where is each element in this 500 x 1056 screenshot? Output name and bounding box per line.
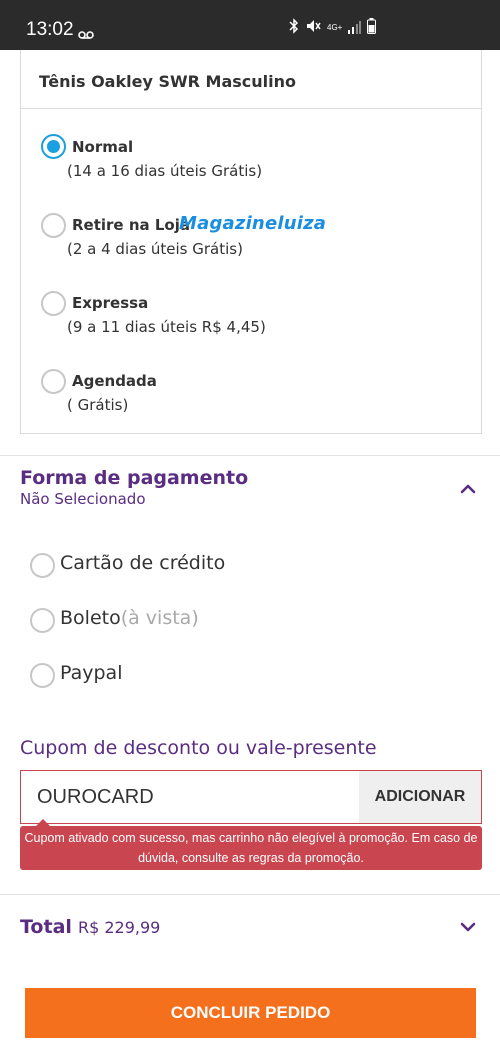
radio-agendada[interactable]: [41, 369, 66, 394]
chevron-up-icon[interactable]: [460, 480, 476, 499]
option-detail: (14 a 16 dias úteis Grátis): [67, 162, 263, 180]
shipping-card: Tênis Oakley SWR Masculino Normal (14 a …: [20, 50, 482, 434]
payment-method-name: Boleto: [60, 607, 121, 629]
option-detail: ( Grátis): [67, 396, 129, 414]
option-title: Expressa: [72, 294, 149, 312]
coupon-message: Cupom ativado com sucesso, mas carrinho …: [20, 819, 482, 870]
signal-icon: [347, 19, 361, 38]
add-coupon-button[interactable]: ADICIONAR: [359, 771, 481, 823]
option-detail: (9 a 11 dias úteis R$ 4,45): [67, 318, 266, 336]
payment-title: Forma de pagamento: [20, 467, 249, 489]
status-bar: 13:02 4G+: [0, 0, 500, 50]
total: Total R$ 229,99: [20, 916, 160, 938]
payment-method-label: Boleto(à vista): [60, 607, 199, 629]
radio-boleto[interactable]: [30, 608, 55, 633]
payment-status: Não Selecionado: [20, 490, 146, 508]
mute-icon: [305, 18, 321, 38]
radio-paypal[interactable]: [30, 663, 55, 688]
status-icons: 4G+: [289, 18, 376, 38]
radio-expressa[interactable]: [41, 291, 66, 316]
section-divider: [0, 455, 500, 456]
network-type: 4G+: [327, 23, 343, 32]
section-divider: [0, 894, 500, 895]
divider: [21, 108, 481, 109]
radio-cartao-de-credito[interactable]: [30, 553, 55, 578]
magazineluiza-logo: Magazineluiza: [179, 213, 327, 234]
bluetooth-icon: [289, 18, 299, 38]
option-title: Agendada: [72, 372, 157, 390]
option-detail: (2 a 4 dias úteis Grátis): [67, 240, 243, 258]
coupon-field: ADICIONAR: [20, 770, 482, 824]
radio-normal[interactable]: [41, 134, 66, 159]
product-name: Tênis Oakley SWR Masculino: [39, 72, 296, 91]
option-title: Normal: [72, 138, 134, 156]
total-value: R$ 229,99: [77, 918, 161, 937]
status-time: 13:02: [26, 19, 74, 40]
option-title: Retire na Loja: [72, 216, 190, 234]
payment-method-note: (à vista): [120, 607, 199, 629]
voicemail-icon: [78, 24, 94, 43]
radio-retire-na-loja[interactable]: [41, 213, 66, 238]
conclude-order-button[interactable]: CONCLUIR PEDIDO: [25, 988, 476, 1038]
total-label: Total: [20, 916, 72, 938]
coupon-input[interactable]: [21, 771, 359, 823]
chevron-down-icon[interactable]: [460, 918, 476, 937]
battery-icon: [367, 18, 376, 38]
payment-method-label: Cartão de crédito: [60, 552, 226, 574]
coupon-label: Cupom de desconto ou vale-presente: [20, 737, 377, 759]
payment-method-label: Paypal: [60, 662, 123, 684]
